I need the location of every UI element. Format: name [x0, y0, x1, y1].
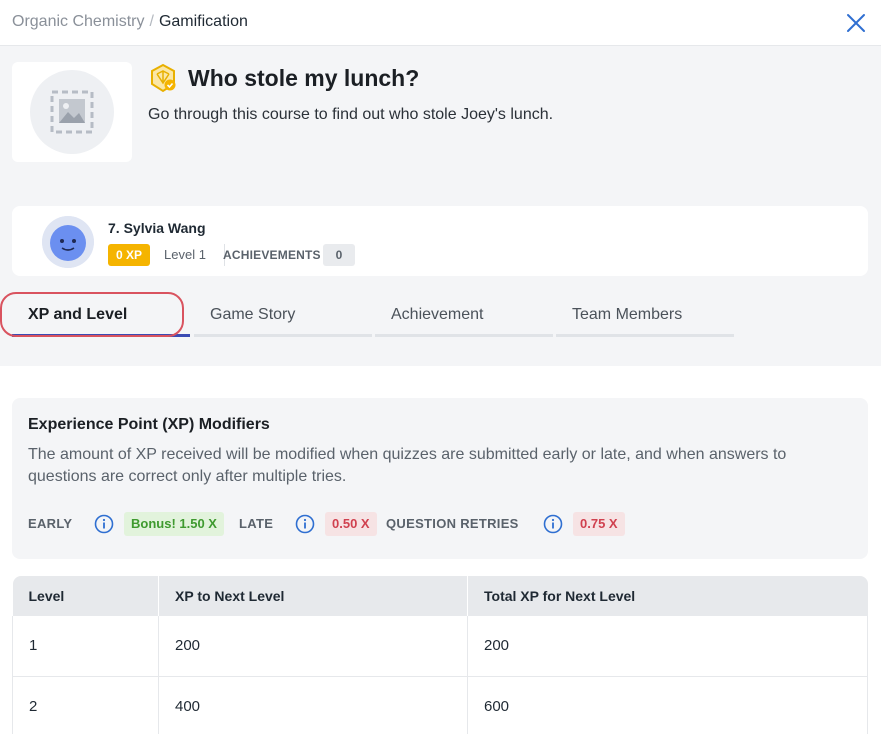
breadcrumb-parent-link[interactable]: Organic Chemistry — [12, 13, 144, 30]
image-placeholder-icon — [50, 90, 94, 134]
late-label: LATE — [239, 516, 274, 531]
tab-label: Achievement — [391, 306, 484, 323]
table-cell-xp-to-next: 400 — [158, 676, 468, 734]
column-header-level: Level — [12, 576, 159, 616]
thumbnail-circle — [30, 70, 114, 154]
user-name: 7. Sylvia Wang — [108, 220, 206, 236]
header-bar: Organic Chemistry / Gamification — [0, 0, 881, 46]
breadcrumb: Organic Chemistry / Gamification — [12, 13, 248, 31]
column-header-total-xp: Total XP for Next Level — [467, 576, 868, 616]
tab-game-story[interactable]: Game Story — [194, 291, 372, 337]
info-icon[interactable] — [543, 514, 563, 534]
xp-modifiers-card: Experience Point (XP) Modifiers The amou… — [12, 398, 868, 559]
table-row: 1 200 200 — [12, 616, 868, 677]
question-retries-badge: 0.75 X — [573, 512, 625, 536]
xp-badge: 0 XP — [108, 244, 151, 266]
info-icon[interactable] — [295, 514, 315, 534]
tab-label: Team Members — [572, 306, 683, 323]
question-retries-label: QUESTION RETRIES — [386, 516, 519, 531]
level-table: Level XP to Next Level Total XP for Next… — [12, 576, 868, 734]
tab-achievement[interactable]: Achievement — [375, 291, 553, 337]
close-icon — [847, 14, 865, 32]
tab-xp-and-level[interactable]: XP and Level — [12, 291, 190, 337]
table-cell-total-xp: 600 — [467, 676, 868, 734]
table-row: 2 400 600 — [12, 676, 868, 734]
table-cell-level: 1 — [12, 616, 159, 677]
achievements-label: ACHIEVEMENTS — [223, 248, 321, 262]
close-button[interactable] — [843, 10, 869, 36]
breadcrumb-separator: / — [149, 13, 154, 30]
early-bonus-badge: Bonus! 1.50 X — [124, 512, 224, 536]
table-cell-level: 2 — [12, 676, 159, 734]
tab-team-members[interactable]: Team Members — [556, 291, 734, 337]
early-label: EARLY — [28, 516, 73, 531]
achievements-count: 0 — [323, 244, 355, 266]
table-cell-total-xp: 200 — [467, 616, 868, 677]
user-card: 7. Sylvia Wang 0 XP Level 1 ACHIEVEMENTS… — [12, 206, 868, 276]
column-header-xp-to-next: XP to Next Level — [158, 576, 468, 616]
info-icon[interactable] — [94, 514, 114, 534]
tab-bar: XP and Level Game Story Achievement Team… — [0, 291, 736, 339]
tab-label: Game Story — [210, 306, 296, 323]
breadcrumb-current: Gamification — [158, 13, 248, 30]
badge-icon — [148, 63, 178, 93]
modifiers-title: Experience Point (XP) Modifiers — [28, 416, 270, 433]
late-penalty-badge: 0.50 X — [325, 512, 377, 536]
table-header-row: Level XP to Next Level Total XP for Next… — [12, 576, 868, 616]
course-description: Go through this course to find out who s… — [148, 106, 554, 123]
modifiers-description: The amount of XP received will be modifi… — [28, 446, 787, 485]
course-thumbnail — [12, 62, 132, 162]
level-label: Level 1 — [164, 247, 206, 262]
table-cell-xp-to-next: 200 — [158, 616, 468, 677]
avatar — [42, 216, 94, 268]
tab-label: XP and Level — [28, 306, 128, 323]
course-header-section: Who stole my lunch? Go through this cour… — [0, 46, 881, 366]
course-title: Who stole my lunch? — [188, 65, 420, 91]
modifiers-row: EARLY Bonus! 1.50 X LATE 0.50 X QUESTION… — [28, 512, 858, 536]
